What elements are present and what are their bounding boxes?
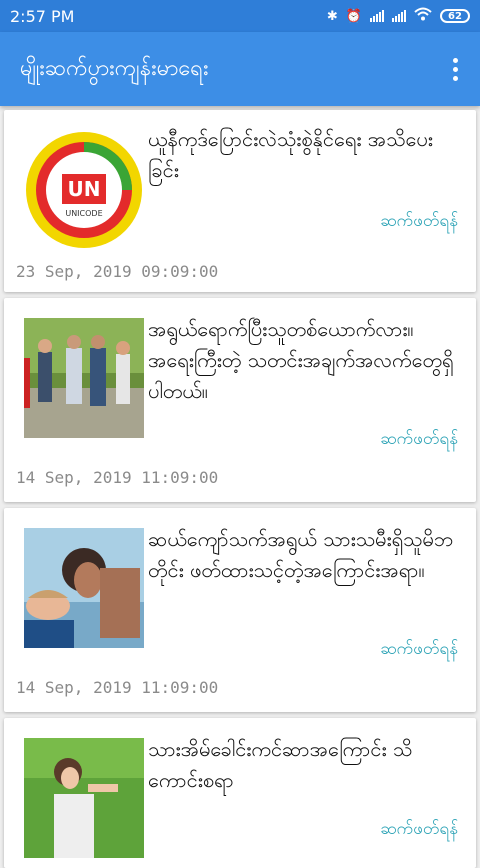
article-headline[interactable]: အရွယ်ရောက်ပြီးသူတစ်ယောက်လား။ အရေးကြီးတဲ့… <box>148 314 460 407</box>
read-more-link[interactable]: ဆက်ဖတ်ရန် <box>380 818 458 843</box>
article-card[interactable]: သားအိမ်ခေါင်းကင်ဆာအကြောင်း သိကောင်းစရာ ဆ… <box>4 718 476 868</box>
article-headline[interactable]: သားအိမ်ခေါင်းကင်ဆာအကြောင်း သိကောင်းစရာ <box>148 734 460 796</box>
app-bar: မျိုးဆက်ပွားကျန်းမာရေး <box>0 32 480 106</box>
unicode-logo-image: UN UNICODE <box>24 130 144 250</box>
sleeping-person-image <box>24 528 144 648</box>
article-card[interactable]: ဆယ်ကျော်သက်အရွယ် သားသမီးရှိသူမိဘတိုင်း ဖ… <box>4 508 476 712</box>
status-time: 2:57 PM <box>10 6 75 26</box>
svg-text:UN: UN <box>68 177 101 201</box>
woman-on-grass-image <box>24 738 144 858</box>
bluetooth-icon: ✱ <box>326 8 338 24</box>
app-title: မျိုးဆက်ပွားကျန်းမာရေး <box>20 55 209 81</box>
read-more-link[interactable]: ဆက်ဖတ်ရန် <box>380 638 458 663</box>
wifi-icon <box>414 7 432 25</box>
more-options-icon[interactable] <box>449 52 462 87</box>
read-more-link[interactable]: ဆက်ဖတ်ရန် <box>380 210 458 235</box>
article-card[interactable]: UN UNICODE ယူနီကုဒ်ပြောင်းလဲသုံးစွဲနိုင်… <box>4 110 476 292</box>
svg-text:UNICODE: UNICODE <box>65 209 102 218</box>
article-headline[interactable]: ဆယ်ကျော်သက်အရွယ် သားသမီးရှိသူမိဘတိုင်း ဖ… <box>148 524 460 586</box>
article-card[interactable]: အရွယ်ရောက်ပြီးသူတစ်ယောက်လား။ အရေးကြီးတဲ့… <box>4 298 476 502</box>
article-headline[interactable]: ယူနီကုဒ်ပြောင်းလဲသုံးစွဲနိုင်ရေး အသိပေးခ… <box>148 124 460 186</box>
status-bar: 2:57 PM ✱ ⏰ 62 <box>0 0 480 32</box>
students-walking-image <box>24 318 144 438</box>
read-more-link[interactable]: ဆက်ဖတ်ရန် <box>380 428 458 453</box>
signal-icon-2 <box>392 10 406 22</box>
article-date: 23 Sep, 2019 09:09:00 <box>16 262 219 281</box>
battery-icon: 62 <box>440 9 470 23</box>
article-date: 14 Sep, 2019 11:09:00 <box>16 468 219 487</box>
signal-icon <box>370 10 384 22</box>
article-date: 14 Sep, 2019 11:09:00 <box>16 678 219 697</box>
alarm-icon: ⏰ <box>345 8 362 24</box>
